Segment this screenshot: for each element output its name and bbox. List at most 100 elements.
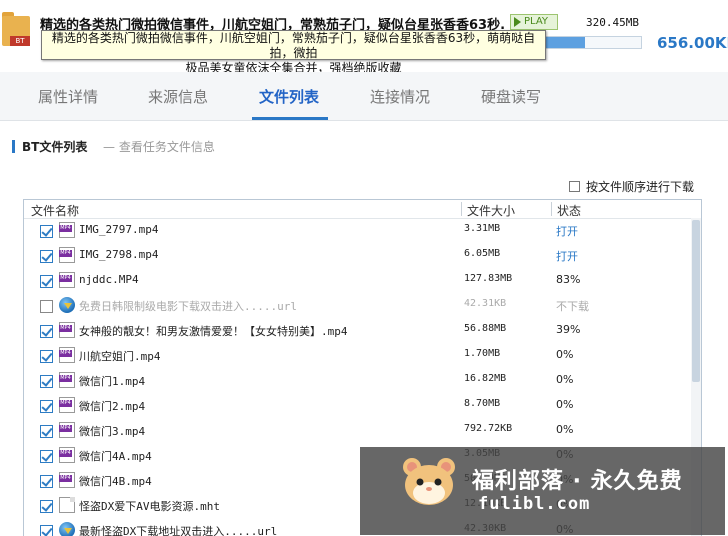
tab-disk-io[interactable]: 硬盘读写 bbox=[463, 72, 559, 120]
table-row[interactable]: MP4 IMG_2797.mp4 3.31MB 打开 bbox=[24, 218, 691, 243]
column-header-status[interactable]: 状态 bbox=[557, 202, 581, 219]
file-status: 0% bbox=[556, 373, 574, 386]
bt-tag: BT bbox=[10, 36, 30, 46]
tab-connections[interactable]: 连接情况 bbox=[352, 72, 448, 120]
file-name: 微信门4B.mp4 bbox=[79, 475, 152, 488]
file-name: njddc.MP4 bbox=[79, 273, 139, 286]
file-name: 微信门4A.mp4 bbox=[79, 450, 152, 463]
file-size: 6.05MB bbox=[464, 248, 501, 259]
file-checkbox[interactable] bbox=[40, 375, 53, 388]
sequential-download-option[interactable]: 按文件顺序进行下载 bbox=[569, 178, 694, 195]
file-checkbox[interactable] bbox=[40, 425, 53, 438]
open-file-link[interactable]: 打开 bbox=[556, 223, 578, 239]
tab-sources[interactable]: 来源信息 bbox=[130, 72, 226, 120]
mp4-icon: MP4 bbox=[59, 397, 75, 413]
file-name: 免费日韩限制级电影下载双击进入.....url bbox=[79, 300, 297, 313]
file-name: IMG_2798.mp4 bbox=[79, 248, 159, 261]
file-size: 792.72KB bbox=[464, 423, 513, 434]
file-checkbox[interactable] bbox=[40, 500, 53, 513]
active-tab-indicator bbox=[252, 117, 328, 120]
file-name: 微信门3.mp4 bbox=[79, 425, 146, 438]
file-size: 8.70MB bbox=[464, 398, 501, 409]
file-checkbox[interactable] bbox=[40, 525, 53, 536]
scrollbar-thumb[interactable] bbox=[692, 220, 700, 382]
file-name: IMG_2797.mp4 bbox=[79, 223, 159, 236]
download-speed: 656.00KB bbox=[657, 34, 728, 52]
hamster-logo-icon bbox=[403, 458, 455, 505]
column-divider[interactable] bbox=[551, 202, 552, 216]
section-marker bbox=[12, 140, 15, 153]
watermark-overlay: 福利部落 · 永久免费 fulibl.com bbox=[360, 447, 725, 535]
file-checkbox[interactable] bbox=[40, 475, 53, 488]
section-subtitle: — 查看任务文件信息 bbox=[103, 140, 215, 154]
play-button[interactable]: PLAY bbox=[510, 14, 558, 30]
section-title: BT文件列表 bbox=[22, 140, 88, 154]
file-size: 3.31MB bbox=[464, 223, 501, 234]
file-name: 最新怪盗DX下载地址双击进入.....url bbox=[79, 525, 278, 536]
file-size: 1.70MB bbox=[464, 348, 501, 359]
mp4-icon: MP4 bbox=[59, 422, 75, 438]
file-status: 39% bbox=[556, 323, 581, 336]
title-tooltip: 精选的各类热门微拍微信事件，川航空姐门，常熟茄子门，疑似台星张香香63秒，萌萌哒… bbox=[41, 30, 546, 75]
detail-tabs: 属性详情 来源信息 文件列表 连接情况 硬盘读写 bbox=[0, 72, 728, 121]
file-name: 川航空姐门.mp4 bbox=[79, 350, 161, 363]
mp4-icon: MP4 bbox=[59, 272, 75, 288]
mp4-icon: MP4 bbox=[59, 472, 75, 488]
watermark-title: 福利部落 · 永久免费 bbox=[472, 469, 683, 494]
table-row[interactable]: 免费日韩限制级电影下载双击进入.....url 42.31KB 不下载 bbox=[24, 293, 691, 318]
sequential-download-checkbox[interactable] bbox=[569, 181, 580, 192]
file-name: 微信门1.mp4 bbox=[79, 375, 146, 388]
mp4-icon: MP4 bbox=[59, 447, 75, 463]
mp4-icon: MP4 bbox=[59, 347, 75, 363]
file-status: 0% bbox=[556, 398, 574, 411]
sequential-download-label: 按文件顺序进行下载 bbox=[586, 180, 695, 194]
column-header-name[interactable]: 文件名称 bbox=[31, 202, 79, 219]
file-checkbox[interactable] bbox=[40, 300, 53, 313]
file-checkbox[interactable] bbox=[40, 250, 53, 263]
mp4-icon: MP4 bbox=[59, 372, 75, 388]
file-checkbox[interactable] bbox=[40, 325, 53, 338]
task-header: BT 精选的各类热门微拍微信事件，川航空姐门，常熟茄子门，疑似台星张香香63秒.… bbox=[0, 0, 728, 75]
file-checkbox[interactable] bbox=[40, 225, 53, 238]
file-status: 不下载 bbox=[556, 300, 589, 313]
watermark-url: fulibl.com bbox=[478, 494, 591, 514]
file-size: 16.82MB bbox=[464, 373, 507, 384]
file-checkbox[interactable] bbox=[40, 450, 53, 463]
progress-fill bbox=[546, 37, 585, 48]
mht-icon bbox=[59, 497, 75, 513]
task-size: 320.45MB bbox=[586, 16, 639, 29]
play-label: PLAY bbox=[524, 16, 549, 27]
file-status: 83% bbox=[556, 273, 581, 286]
file-name: 微信门2.mp4 bbox=[79, 400, 146, 413]
file-name: 女神般的靓女！和男友激情爱爱！【女女特别美】.mp4 bbox=[79, 325, 348, 338]
bt-folder-icon: BT bbox=[2, 12, 30, 46]
table-row[interactable]: MP4 微信门1.mp4 16.82MB 0% bbox=[24, 368, 691, 393]
tab-file-list[interactable]: 文件列表 bbox=[241, 72, 337, 120]
file-size: 127.83MB bbox=[464, 273, 513, 284]
url-icon bbox=[59, 522, 75, 536]
table-row[interactable]: MP4 川航空姐门.mp4 1.70MB 0% bbox=[24, 343, 691, 368]
table-row[interactable]: MP4 njddc.MP4 127.83MB 83% bbox=[24, 268, 691, 293]
table-row[interactable]: MP4 微信门2.mp4 8.70MB 0% bbox=[24, 393, 691, 418]
column-header-size[interactable]: 文件大小 bbox=[467, 202, 515, 219]
tab-properties[interactable]: 属性详情 bbox=[20, 72, 116, 120]
file-status: 0% bbox=[556, 348, 574, 361]
file-size: 56.88MB bbox=[464, 323, 507, 334]
column-divider[interactable] bbox=[461, 202, 462, 216]
tooltip-line-1: 精选的各类热门微拍微信事件，川航空姐门，常熟茄子门，疑似台星张香香63秒，萌萌哒… bbox=[51, 31, 536, 60]
mp4-icon: MP4 bbox=[59, 322, 75, 338]
url-icon bbox=[59, 297, 75, 313]
file-checkbox[interactable] bbox=[40, 275, 53, 288]
mp4-icon: MP4 bbox=[59, 222, 75, 238]
table-row[interactable]: MP4 女神般的靓女！和男友激情爱爱！【女女特别美】.mp4 56.88MB 39% bbox=[24, 318, 691, 343]
file-name: 怪盗DX爱下AV电影资源.mht bbox=[79, 500, 220, 513]
task-progress-bar bbox=[545, 36, 642, 49]
file-status: 0% bbox=[556, 423, 574, 436]
file-checkbox[interactable] bbox=[40, 400, 53, 413]
file-checkbox[interactable] bbox=[40, 350, 53, 363]
play-icon bbox=[514, 17, 521, 27]
file-size: 42.31KB bbox=[464, 298, 507, 309]
table-row[interactable]: MP4 IMG_2798.mp4 6.05MB 打开 bbox=[24, 243, 691, 268]
open-file-link[interactable]: 打开 bbox=[556, 248, 578, 264]
table-row[interactable]: MP4 微信门3.mp4 792.72KB 0% bbox=[24, 418, 691, 443]
